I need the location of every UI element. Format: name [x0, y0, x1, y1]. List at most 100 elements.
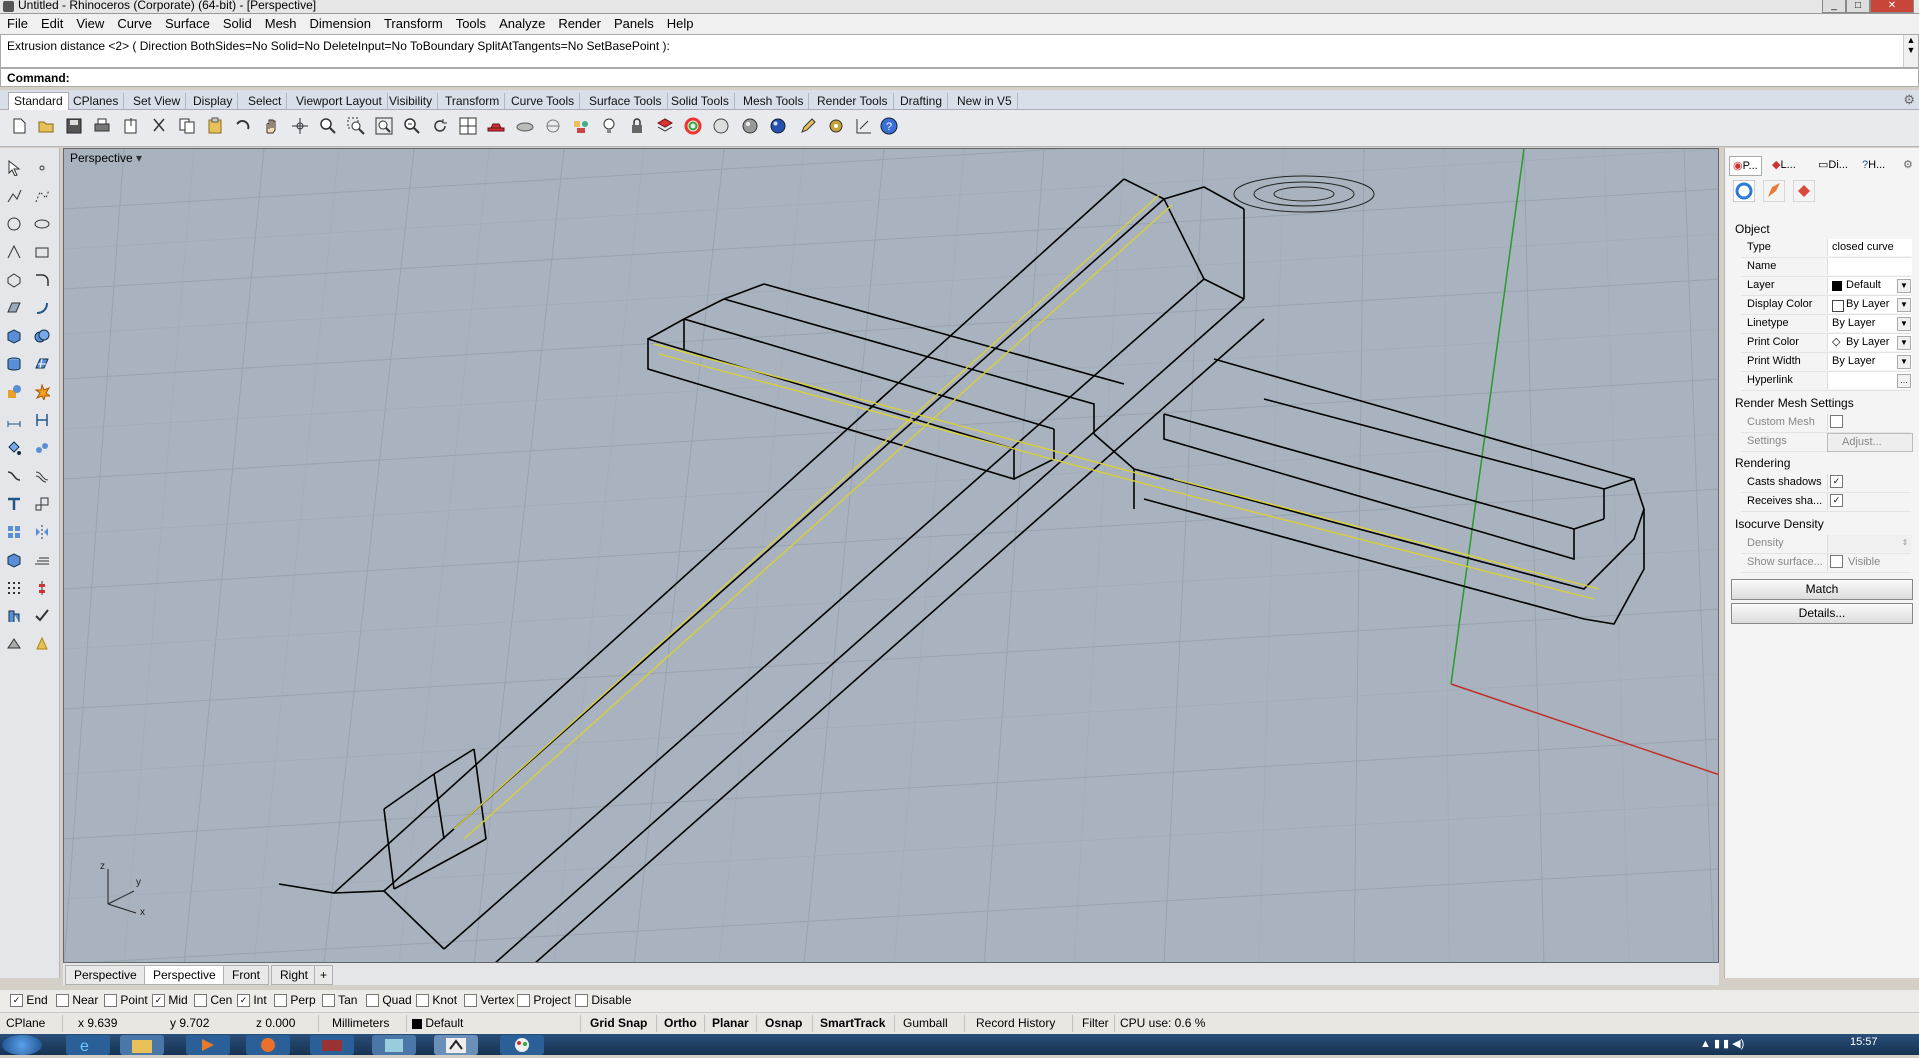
color-wheel-icon[interactable] [682, 115, 704, 137]
points-grid-icon[interactable] [2, 576, 26, 600]
tray-icons[interactable]: ▲ ▮ ▮ ◀) [1700, 1037, 1744, 1050]
car-icon[interactable] [485, 115, 507, 137]
print-icon[interactable] [91, 115, 113, 137]
grid-tool-icon[interactable] [30, 548, 54, 572]
panel-options-icon[interactable]: ⚙ [1903, 156, 1913, 174]
prop-row-display-color[interactable]: Display Color By Layer ▼ [1741, 296, 1912, 315]
menu-panels[interactable]: Panels [607, 14, 660, 31]
viewport-title[interactable]: Perspective ▾ [70, 151, 142, 165]
rotate-view-icon[interactable] [289, 115, 311, 137]
adjust-button[interactable]: Adjust... [1842, 436, 1882, 448]
osnap-disable-checkbox[interactable] [575, 994, 588, 1008]
copy-icon[interactable] [176, 115, 198, 137]
receives-shadows-checkbox[interactable]: ✓ [1830, 494, 1843, 507]
chevron-down-icon[interactable]: ▼ [1897, 298, 1911, 312]
viewport-tab-perspective-1[interactable]: Perspective [65, 965, 146, 985]
osnap-project[interactable]: Project [517, 993, 571, 1008]
zoom-extents-icon[interactable] [373, 115, 395, 137]
text-icon[interactable] [2, 492, 26, 516]
arc-icon[interactable] [2, 240, 26, 264]
zoom-icon[interactable] [317, 115, 339, 137]
rhino-taskbar-icon[interactable] [434, 1035, 478, 1055]
tab-curve-tools[interactable]: Curve Tools [506, 93, 581, 109]
planar-toggle[interactable]: Planar [712, 1016, 749, 1030]
select-arrow-icon[interactable] [2, 156, 26, 180]
panel-tab-properties[interactable]: ◉P... [1729, 156, 1762, 176]
tab-render-tools[interactable]: Render Tools [812, 93, 894, 109]
viewport-menu-icon[interactable]: ▾ [136, 151, 142, 165]
solid-tools-icon[interactable] [2, 380, 26, 404]
osnap-near-checkbox[interactable] [56, 994, 69, 1008]
app-taskbar-icon[interactable] [310, 1035, 354, 1055]
prop-row-linetype[interactable]: Linetype By Layer ▼ [1741, 315, 1912, 334]
surface-icon[interactable] [2, 296, 26, 320]
tab-solid-tools[interactable]: Solid Tools [666, 93, 735, 109]
osnap-quad[interactable]: Quad [366, 993, 412, 1008]
tab-surface-tools[interactable]: Surface Tools [584, 93, 668, 109]
ellipsis-icon[interactable]: … [1897, 374, 1911, 388]
osnap-disable[interactable]: Disable [575, 993, 631, 1008]
media-taskbar-icon[interactable] [186, 1035, 230, 1055]
viewport-tab-front[interactable]: Front [223, 965, 270, 985]
osnap-int[interactable]: ✓ Int [237, 993, 267, 1008]
menu-tools[interactable]: Tools [449, 14, 492, 31]
prop-row-print-color[interactable]: Print Color ◇ By Layer ▼ [1741, 334, 1912, 353]
ellipse-icon[interactable] [30, 212, 54, 236]
record-history-toggle[interactable]: Record History [976, 1016, 1055, 1030]
close-button[interactable]: ✕ [1870, 0, 1914, 13]
polygon-icon[interactable] [2, 268, 26, 292]
new-icon[interactable] [8, 115, 30, 137]
cut-icon[interactable] [148, 115, 170, 137]
material-properties-icon[interactable] [1762, 179, 1786, 205]
open-icon[interactable] [35, 115, 57, 137]
menu-solid[interactable]: Solid [216, 14, 258, 31]
add-viewport-icon[interactable]: + [314, 965, 334, 985]
save-icon[interactable] [63, 115, 85, 137]
details-button[interactable]: Details... [1731, 603, 1913, 624]
tab-cplanes[interactable]: CPlanes [68, 93, 125, 109]
osnap-perp[interactable]: Perp [274, 993, 316, 1008]
tab-select[interactable]: Select [243, 93, 288, 109]
group-icon[interactable] [30, 436, 54, 460]
menu-curve[interactable]: Curve [110, 14, 158, 31]
command-input[interactable] [81, 70, 1885, 87]
osnap-perp-checkbox[interactable] [274, 994, 287, 1008]
undo-icon[interactable] [232, 115, 254, 137]
render-tool-icon[interactable] [2, 632, 26, 656]
osnap-end-checkbox[interactable]: ✓ [10, 994, 23, 1008]
menu-transform[interactable]: Transform [377, 14, 449, 31]
rendered-sphere-icon[interactable] [767, 115, 789, 137]
pan-icon[interactable] [260, 115, 282, 137]
chevron-down-icon[interactable]: ▼ [1897, 279, 1911, 293]
layer-icon[interactable] [654, 115, 676, 137]
viewport-tab-right[interactable]: Right [271, 965, 318, 985]
texture-properties-icon[interactable] [1792, 179, 1816, 205]
osnap-point-checkbox[interactable] [104, 994, 117, 1008]
tab-standard[interactable]: Standard [8, 92, 69, 111]
shaded-sphere-icon[interactable] [739, 115, 761, 137]
explode-icon[interactable] [30, 380, 54, 404]
tab-display[interactable]: Display [188, 93, 239, 109]
toolbar-settings-icon[interactable]: ⚙ [1903, 92, 1915, 108]
tab-transform[interactable]: Transform [440, 93, 506, 109]
filter-icon[interactable] [570, 115, 592, 137]
scale-icon[interactable] [30, 492, 54, 516]
box-icon[interactable] [2, 324, 26, 348]
polyline-icon[interactable] [2, 184, 26, 208]
panel-tab-help[interactable]: ?H... [1859, 156, 1888, 174]
block-icon[interactable] [2, 548, 26, 572]
panel-tab-layers[interactable]: ◆L... [1769, 156, 1799, 174]
sphere-icon[interactable] [710, 115, 732, 137]
object-properties-button[interactable] [1732, 179, 1756, 205]
prop-row-hyperlink[interactable]: Hyperlink… [1741, 372, 1912, 391]
osnap-near[interactable]: Near [56, 993, 98, 1008]
osnap-toggle[interactable]: Osnap [765, 1016, 802, 1030]
spinner-icon[interactable]: ⇕ [1899, 537, 1911, 549]
osnap-quad-checkbox[interactable] [366, 994, 379, 1008]
current-layer[interactable]: Default [412, 1016, 463, 1030]
lock-icon[interactable] [626, 115, 648, 137]
menu-mesh[interactable]: Mesh [258, 14, 303, 31]
menu-render[interactable]: Render [551, 14, 607, 31]
menu-surface[interactable]: Surface [158, 14, 216, 31]
import-icon[interactable] [120, 115, 142, 137]
